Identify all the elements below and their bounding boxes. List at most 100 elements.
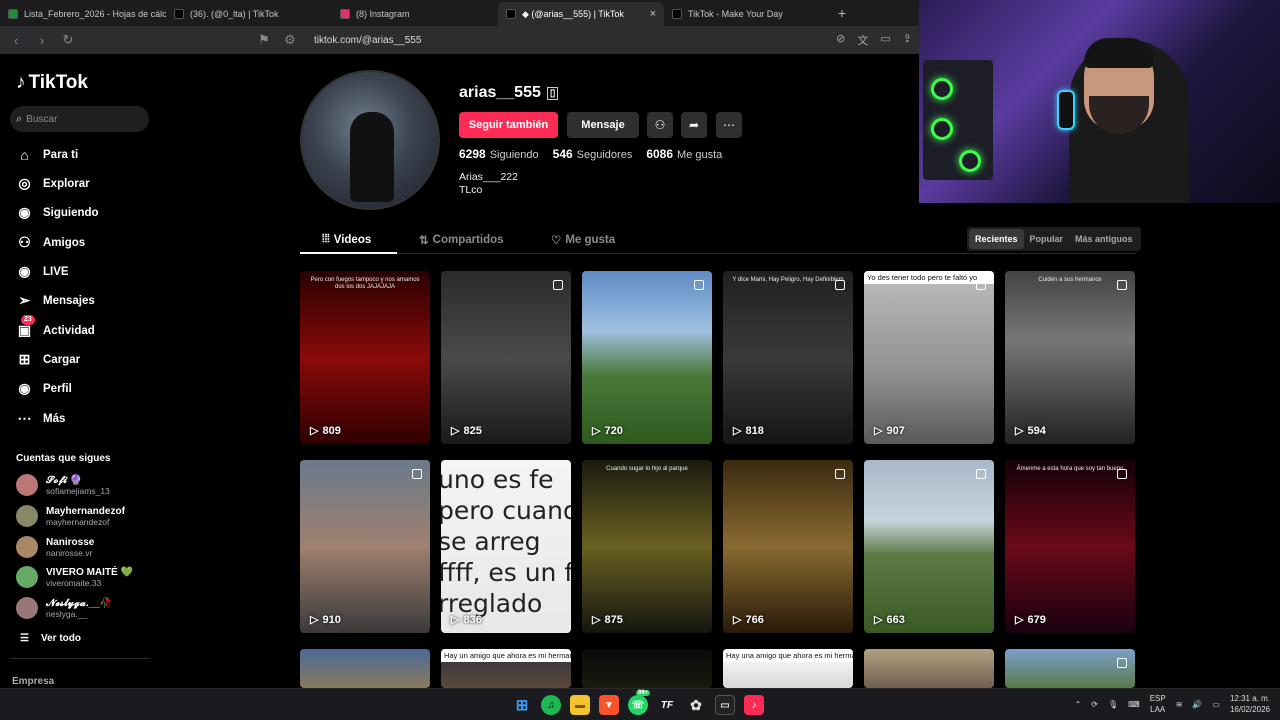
video-thumbnail[interactable] <box>300 649 430 688</box>
wifi-icon[interactable]: ≋ <box>1176 700 1183 709</box>
company-link[interactable]: Empresa <box>12 676 54 687</box>
sidebar-item-para-ti[interactable]: ⌂ Para ti <box>16 146 78 163</box>
browser-tab[interactable]: Lista_Febrero_2026 - Hojas de cálcul <box>0 2 166 26</box>
video-thumbnail[interactable]: Hay una amigo que ahora es mi hermano <box>723 649 853 688</box>
browser-tab[interactable]: (36). (@0_lta) | TikTok <box>166 2 332 26</box>
browser-tab[interactable]: ◆ (@arias__555) | TikTok × <box>498 2 664 26</box>
tab-videos[interactable]: ⦙⦙⦙ Videos <box>322 233 371 246</box>
see-all-button[interactable]: ☰ Ver todo <box>20 633 81 644</box>
mic-icon[interactable]: 🎙 <box>1108 700 1118 709</box>
reader-icon[interactable]: ⊘ <box>836 32 845 48</box>
follow-button[interactable]: Seguir también <box>459 112 558 138</box>
video-thumbnail[interactable]: Cuando sugar lo hijo al parque ▷ 875 <box>582 460 712 633</box>
verified-placeholder-icon: ▯ <box>546 86 559 100</box>
tft-icon[interactable]: TF <box>657 695 677 715</box>
view-count-value: 907 <box>886 424 905 437</box>
video-thumbnail[interactable]: Ámenme a esta hora que soy tan bueno ▷ 679 <box>1005 460 1135 633</box>
play-icon: ▷ <box>1015 614 1024 626</box>
sort-option[interactable]: Más antiguos <box>1069 229 1139 249</box>
account-name: Nanirosse <box>46 536 95 548</box>
sidebar-item-siguiendo[interactable]: ◉ Siguiendo <box>16 204 98 221</box>
tiktok-logo[interactable]: ♪ TikTok <box>16 72 88 94</box>
terminal-icon[interactable]: ▭ <box>715 695 735 715</box>
sidebar-toggle-icon[interactable]: ▭ <box>880 32 890 48</box>
photo-mode-icon <box>694 280 704 290</box>
video-thumbnail[interactable]: ▷ 766 <box>723 460 853 633</box>
site-info-icon[interactable]: ⚙ <box>282 32 298 48</box>
video-thumbnail[interactable] <box>582 649 712 688</box>
chevron-up-icon[interactable]: ⌃ <box>1075 700 1082 709</box>
share-arrow-icon[interactable]: ➦ <box>681 112 707 138</box>
file-explorer-icon[interactable]: ▬ <box>570 695 590 715</box>
video-thumbnail[interactable]: Y dice Mami, Hay Peligro, Hay Definiblem… <box>723 271 853 444</box>
back-icon[interactable]: ‹ <box>8 33 24 48</box>
sidebar-item-live[interactable]: ◉ LIVE <box>16 263 68 280</box>
chatgpt-icon[interactable]: ✿ <box>686 695 706 715</box>
windows-start-icon[interactable]: ⊞ <box>512 695 532 715</box>
following-account[interactable]: 𝓝𝓮𝓼𝓵𝔂𝓰𝓪.__🥀 neslyga.__ <box>16 597 112 619</box>
video-thumbnail[interactable]: Hay un amigo que ahora es mi hermano <box>441 649 571 688</box>
browser-tab[interactable]: (8) Instagram <box>332 2 498 26</box>
address-bar[interactable]: tiktok.com/@arias__555 <box>314 35 421 46</box>
following-account[interactable]: VIVERO MAITÉ 💚 viveromaite.33 <box>16 566 133 588</box>
view-count-value: 663 <box>886 613 905 626</box>
stat-value: 6298 <box>459 147 486 161</box>
video-thumbnail[interactable] <box>1005 649 1135 688</box>
sidebar-item-actividad[interactable]: ▣ 23 Actividad <box>16 315 95 339</box>
stat-siguiendo[interactable]: 6298 Siguiendo <box>459 147 539 161</box>
sidebar-item-mensajes[interactable]: ➢ Mensajes <box>16 292 95 309</box>
tiktok-app-icon[interactable]: ♪ <box>744 695 764 715</box>
add-friend-icon[interactable]: ⚇ <box>647 112 673 138</box>
following-account[interactable]: 𝓢𝓸𝓯𝓲 🔮 sofiamejiams_13 <box>16 474 110 496</box>
following-account[interactable]: Mayhernandezof mayhernandezof <box>16 505 125 527</box>
sort-option[interactable]: Popular <box>1024 229 1070 249</box>
more-options-icon[interactable]: ⋯ <box>716 112 742 138</box>
sidebar-item-explorar[interactable]: ◎ Explorar <box>16 175 89 192</box>
video-thumbnail[interactable]: uno es fe pero cuand se arreg ffff, es un f… <box>441 460 571 633</box>
browser-tab[interactable]: TikTok - Make Your Day <box>664 2 830 26</box>
sidebar-item-perfil[interactable]: ◉ Perfil <box>16 380 71 397</box>
video-thumbnail[interactable]: Cuiden a sus hermanos ▷ 594 <box>1005 271 1135 444</box>
battery-icon[interactable]: ▭ <box>1212 700 1220 709</box>
network-icon[interactable]: ⟳ <box>1091 700 1098 709</box>
stat-me-gusta[interactable]: 6086 Me gusta <box>646 147 722 161</box>
video-thumbnail[interactable]: ▷ 720 <box>582 271 712 444</box>
stat-seguidores[interactable]: 546 Seguidores <box>553 147 633 161</box>
following-account[interactable]: Nanirosse nanirosse.vr <box>16 536 94 558</box>
video-thumbnail[interactable]: ▷ 910 <box>300 460 430 633</box>
share-icon[interactable]: ⇪ <box>903 32 912 48</box>
sidebar-item-amigos[interactable]: ⚇ Amigos <box>16 234 85 251</box>
keyboard-icon[interactable]: ⌨ <box>1128 700 1140 709</box>
bookmark-icon[interactable]: ⚑ <box>256 32 272 48</box>
play-icon: ▷ <box>733 614 742 626</box>
sort-option[interactable]: Recientes <box>969 229 1024 249</box>
avatar <box>16 597 38 619</box>
tab-close-icon[interactable]: × <box>650 8 656 20</box>
video-thumbnail[interactable]: ▷ 825 <box>441 271 571 444</box>
translate-icon[interactable]: 文 <box>857 32 868 48</box>
video-thumbnail[interactable] <box>864 649 994 688</box>
tab-liked[interactable]: ♡ Me gusta <box>551 233 615 247</box>
video-thumbnail[interactable]: ▷ 663 <box>864 460 994 633</box>
clock[interactable]: 12:31 a. m. 16/02/2026 <box>1230 693 1270 715</box>
reload-icon[interactable]: ↻ <box>60 32 76 48</box>
video-thumbnail[interactable]: Pero con fuegos tampoco y nos amamos dos… <box>300 271 430 444</box>
sidebar-item-cargar[interactable]: ⊞ Cargar <box>16 351 80 368</box>
forward-icon[interactable]: › <box>34 33 50 48</box>
spotify-icon[interactable]: ♫ <box>541 695 561 715</box>
profile-avatar[interactable] <box>300 70 440 210</box>
video-thumbnail[interactable]: Yo des tener todo pero te faltó yo ▷ 907 <box>864 271 994 444</box>
whatsapp-icon[interactable]: ☏ 99+ <box>628 690 651 715</box>
tab-title: (36). (@0_lta) | TikTok <box>190 9 279 19</box>
tab-shared[interactable]: ⇅ Compartidos <box>419 233 504 247</box>
view-count: ▷ 910 <box>310 613 341 627</box>
volume-icon[interactable]: 🔊 <box>1192 700 1202 709</box>
brave-icon[interactable]: ▼ <box>599 695 619 715</box>
new-tab-icon[interactable]: + <box>830 5 854 21</box>
sidebar-item-más[interactable]: ⋯ Más <box>16 410 66 427</box>
language-indicator[interactable]: ESP LAA <box>1150 693 1166 715</box>
search-input[interactable]: ⌕ Buscar <box>10 106 149 132</box>
message-button[interactable]: Mensaje <box>567 112 639 138</box>
view-count-value: 766 <box>745 613 764 626</box>
tab-favicon-icon <box>506 9 516 19</box>
